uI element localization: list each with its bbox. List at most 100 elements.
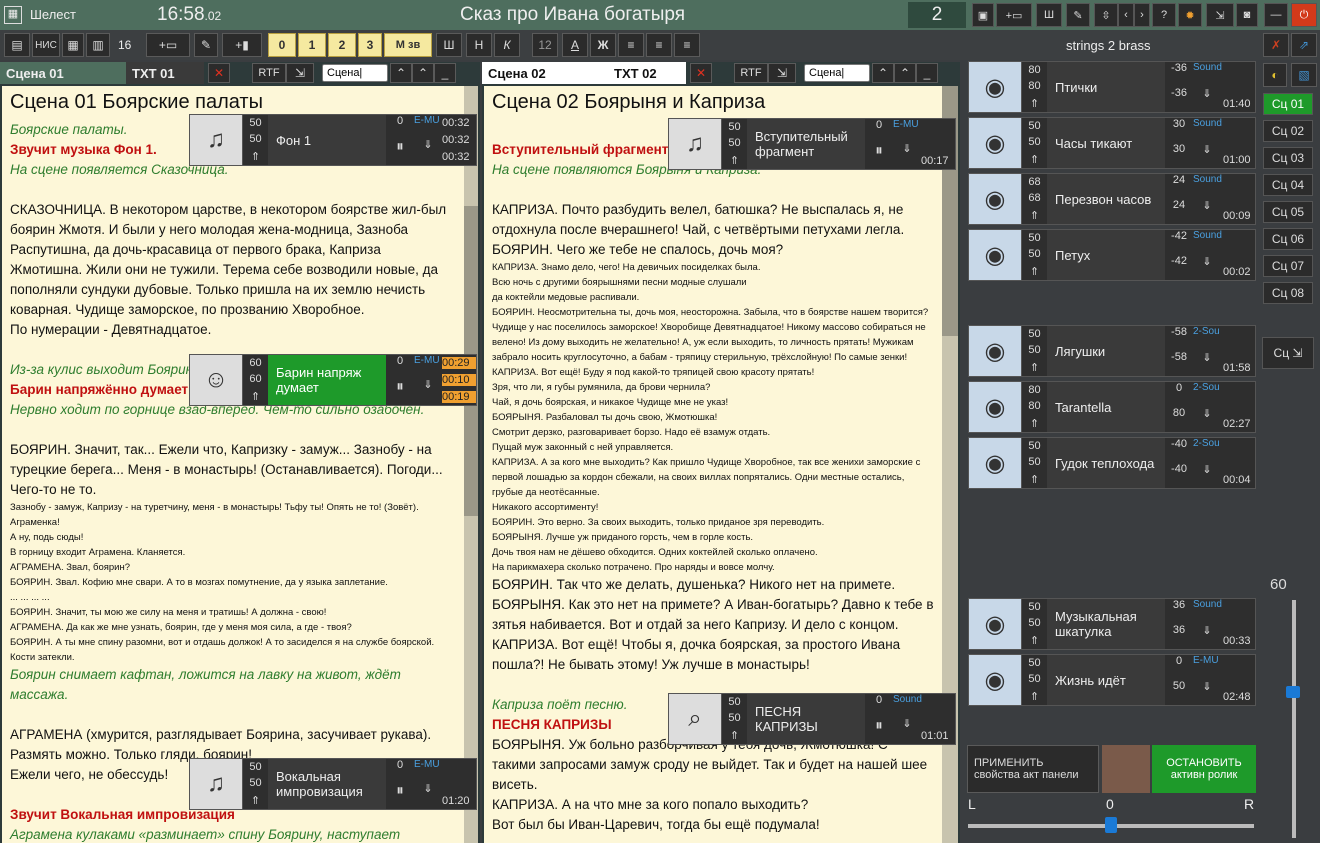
collapse-icon[interactable]: _ — [434, 63, 456, 83]
mute-icon[interactable]: ✗ — [1263, 33, 1289, 57]
small-size-button[interactable]: 12 — [532, 33, 558, 57]
settings-gear-icon[interactable]: ✹ — [1178, 3, 1202, 27]
volume-up-icon[interactable]: ⇑ — [730, 154, 739, 167]
sfx-cue[interactable]: ◉ 50 50 ⇑ Петух -42 Sound -42 ⇓ 00:02 — [968, 229, 1256, 281]
tab-scene-01[interactable]: Сцена 01 — [0, 62, 126, 84]
stop-clip-button[interactable]: ОСТАНОВИТЬ активн ролик — [1152, 745, 1256, 793]
sfx-cue[interactable]: ◉ 50 50 ⇑ Часы тикают 30 Sound 30 ⇓ 01:00 — [968, 117, 1256, 169]
apply-properties-button[interactable]: ПРИМЕНИТЬ свойства акт панели — [967, 745, 1099, 793]
minimize-window-icon[interactable]: ⇲ — [1206, 3, 1234, 27]
scene-search-input[interactable] — [804, 64, 870, 82]
sfx-cue[interactable]: ◉ 80 80 ⇑ Птички -36 Sound -36 ⇓ 01:40 — [968, 61, 1256, 113]
search-prev-icon[interactable]: ⌃ — [390, 63, 412, 83]
volume-down-icon[interactable]: ⇓ — [1193, 255, 1221, 281]
style-italic-button[interactable]: К — [494, 33, 520, 57]
insert-cue-button[interactable]: +▭ — [146, 33, 190, 57]
script-cue-block[interactable]: ⌕ 50 50 ⇑ ПЕСНЯ КАПРИЗЫ 0 Sound ⏸ ⇓ 01:01 — [668, 693, 956, 745]
script-cue-block[interactable]: ♫ 50 50 ⇑ Фон 1 0 E-MU ⏸ ⇓ 00:32 00:32 00:32 — [189, 114, 477, 166]
sfx-cue[interactable]: ◉ 80 80 ⇑ Tarantella 0 2-Sou 80 ⇓ 02:27 — [968, 381, 1256, 433]
align-left-icon[interactable]: ≡ — [618, 33, 644, 57]
volume-down-icon[interactable]: ⇓ — [414, 782, 442, 810]
volume-down-icon[interactable]: ⇓ — [1193, 87, 1221, 113]
master-volume-handle[interactable] — [1286, 686, 1300, 698]
volume-up-icon[interactable]: ⇑ — [1030, 153, 1039, 166]
bold-button[interactable]: Ж — [590, 33, 616, 57]
align-center-icon[interactable]: ≡ — [646, 33, 672, 57]
tab-scene-02[interactable]: Сцена 02 — [482, 62, 608, 84]
sfx-cue[interactable]: ◉ 50 50 ⇑ Жизнь идёт 0 E-MU 50 ⇓ 02:48 — [968, 654, 1256, 706]
collapse-icon[interactable]: _ — [916, 63, 938, 83]
volume-up-icon[interactable]: ⇑ — [1030, 209, 1039, 222]
scene-button-7[interactable]: Сц 07 — [1263, 255, 1313, 277]
volume-down-icon[interactable]: ⇓ — [414, 138, 442, 166]
left-scrollbar[interactable] — [464, 86, 478, 843]
scene-button-2[interactable]: Сц 02 — [1263, 120, 1313, 142]
volume-up-icon[interactable]: ⇑ — [1030, 361, 1039, 374]
volume-up-icon[interactable]: ⇑ — [251, 390, 260, 403]
search-next-icon[interactable]: ⌃ — [894, 63, 916, 83]
style-wide-button[interactable]: Ш — [436, 33, 462, 57]
scene-link-button[interactable]: Сц ⇲ — [1262, 337, 1314, 369]
pause-icon[interactable]: ⏸ — [386, 378, 414, 406]
close-icon[interactable]: ✕ — [208, 63, 230, 83]
camera-icon[interactable]: ◙ — [1236, 3, 1258, 27]
pause-icon[interactable]: ⏸ — [386, 138, 414, 166]
speaker-icon[interactable]: ◐ — [1263, 63, 1287, 87]
volume-up-icon[interactable]: ⇑ — [251, 794, 260, 807]
volume-up-icon[interactable]: ⇑ — [1030, 97, 1039, 110]
expand-icon[interactable]: ⇲ — [768, 63, 796, 83]
volume-up-icon[interactable]: ⇑ — [251, 150, 260, 163]
volume-down-icon[interactable]: ⇓ — [414, 378, 442, 406]
script-cue-block[interactable]: ♫ 50 50 ⇑ Вступительный фрагмент 0 E-MU ⏸ ⇓ 00:17 — [668, 118, 956, 170]
volume-down-icon[interactable]: ⇓ — [893, 142, 921, 170]
scene-button-5[interactable]: Сц 05 — [1263, 201, 1313, 223]
search-prev-icon[interactable]: ⌃ — [872, 63, 894, 83]
volume-down-icon[interactable]: ⇓ — [893, 717, 921, 745]
script-cue-block[interactable]: ♫ 50 50 ⇑ Вокальная импровизация 0 E-MU ⏸ ⇓ 01:20 — [189, 758, 477, 810]
scene-button-1[interactable]: Сц 01 — [1263, 93, 1313, 115]
scene-button-8[interactable]: Сц 08 — [1263, 282, 1313, 304]
nis-button[interactable]: НИС — [32, 33, 60, 57]
expand-icon[interactable]: ⇲ — [286, 63, 314, 83]
sfx-cue[interactable]: ◉ 68 68 ⇑ Перезвон часов 24 Sound 24 ⇓ 00:09 — [968, 173, 1256, 225]
volume-up-icon[interactable]: ⇑ — [1030, 265, 1039, 278]
right-icon[interactable]: › — [1134, 3, 1150, 27]
master-volume-track[interactable] — [1292, 600, 1296, 838]
sfx-cue[interactable]: ◉ 50 50 ⇑ Гудок теплохода -40 2-Sou -40 ⇓ 00:04 — [968, 437, 1256, 489]
table-icon[interactable]: ▦ — [62, 33, 84, 57]
volume-down-icon[interactable]: ⇓ — [1193, 624, 1221, 650]
keyboard-icon[interactable]: ▤ — [4, 33, 30, 57]
volume-up-icon[interactable]: ⇑ — [1030, 417, 1039, 430]
left-icon[interactable]: ‹ — [1118, 3, 1134, 27]
search-next-icon[interactable]: ⌃ — [412, 63, 434, 83]
add-track-button[interactable]: +▭ — [996, 3, 1032, 27]
style-normal-button[interactable]: Н — [466, 33, 492, 57]
sfx-cue[interactable]: ◉ 50 50 ⇑ Лягушки -58 2-Sou -58 ⇓ 01:58 — [968, 325, 1256, 377]
help-icon[interactable]: ? — [1152, 3, 1176, 27]
pencil-icon[interactable]: ✎ — [194, 33, 218, 57]
pan-slider-handle[interactable] — [1105, 817, 1117, 833]
scene-button-3[interactable]: Сц 03 — [1263, 147, 1313, 169]
scene-search-input[interactable] — [322, 64, 388, 82]
scene-button-4[interactable]: Сц 04 — [1263, 174, 1313, 196]
pause-icon[interactable]: ⏸ — [386, 782, 414, 810]
left-document[interactable]: Сцена 01 Боярские палаты Боярские палаты.… — [2, 86, 464, 843]
col-2-button[interactable]: 2 — [328, 33, 356, 57]
volume-down-icon[interactable]: ⇓ — [1193, 351, 1221, 377]
volume-down-icon[interactable]: ⇓ — [1193, 680, 1221, 706]
underline-button[interactable]: А — [562, 33, 588, 57]
image-icon[interactable]: ▧ — [1291, 63, 1317, 87]
volume-up-icon[interactable]: ⇑ — [730, 729, 739, 742]
col-0-button[interactable]: 0 — [268, 33, 296, 57]
volume-down-icon[interactable]: ⇓ — [1193, 199, 1221, 225]
pause-icon[interactable]: ⏸ — [865, 142, 893, 170]
link-icon[interactable]: ⇗ — [1291, 33, 1317, 57]
screen-icon[interactable]: ▣ — [972, 3, 994, 27]
scene-button-6[interactable]: Сц 06 — [1263, 228, 1313, 250]
pen-icon[interactable]: ✎ — [1066, 3, 1090, 27]
volume-up-icon[interactable]: ⇑ — [1030, 473, 1039, 486]
up-down-icon[interactable]: ⇳ — [1094, 3, 1118, 27]
volume-up-icon[interactable]: ⇑ — [1030, 690, 1039, 703]
minimize-button[interactable]: — — [1264, 3, 1288, 27]
width-button[interactable]: Ш — [1036, 3, 1062, 27]
